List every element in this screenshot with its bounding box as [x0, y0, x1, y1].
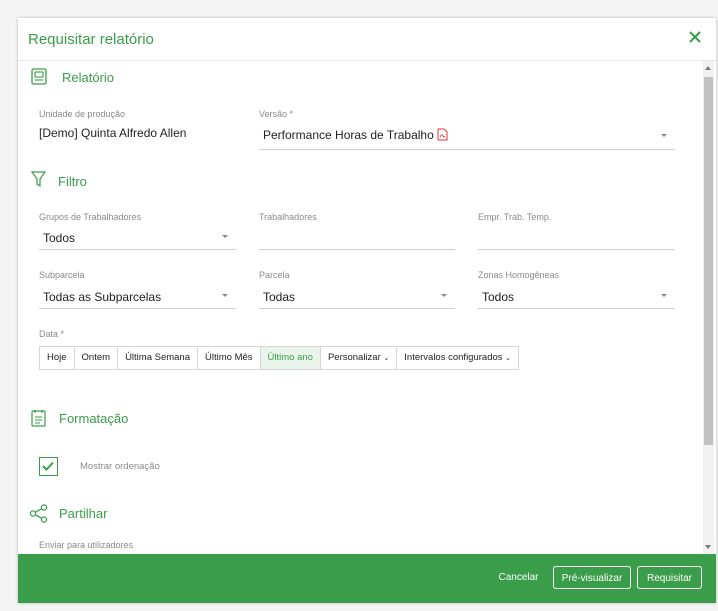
pdf-icon — [437, 128, 448, 141]
chevron-down-icon: ⌄ — [383, 355, 390, 362]
dialog-footer: Cancelar Pré-visualizar Requisitar — [18, 554, 716, 603]
date-option-last-year[interactable]: Último ano — [260, 347, 321, 369]
document-lines-icon — [31, 410, 46, 427]
date-label: Data * — [39, 329, 65, 339]
chevron-down-icon — [661, 134, 667, 137]
cancel-button[interactable]: Cancelar — [496, 566, 541, 589]
report-icon — [31, 68, 47, 85]
section-title-share: Partilhar — [59, 506, 108, 521]
zones-label: Zonas Homogêneas — [478, 270, 560, 280]
share-icon — [29, 504, 48, 523]
check-icon — [42, 461, 54, 471]
worker-groups-label: Grupos de Trabalhadores — [39, 212, 142, 222]
worker-groups-value: Todos — [43, 231, 76, 245]
content-scrollbar[interactable] — [703, 61, 714, 554]
date-option-today[interactable]: Hoje — [40, 347, 75, 369]
workers-input[interactable] — [259, 227, 455, 250]
date-range-selector: Hoje Ontem Última Semana Último Mês Últi… — [39, 346, 520, 370]
chevron-down-icon: ⌄ — [505, 355, 512, 362]
chevron-down-icon — [661, 294, 667, 297]
dialog-content: Relatório Unidade de produção [Demo] Qui… — [18, 61, 716, 554]
temp-employer-input[interactable] — [478, 227, 675, 250]
section-title-format: Formatação — [59, 411, 129, 426]
date-option-last-week[interactable]: Última Semana — [118, 347, 199, 369]
date-option-intervals-label: Intervalos configurados — [404, 352, 503, 363]
workers-label: Trabalhadores — [259, 212, 317, 222]
dialog-title: Requisitar relatório — [28, 31, 154, 48]
dialog-header: Requisitar relatório — [18, 18, 716, 61]
subparcel-select[interactable]: Todas as Subparcelas — [39, 286, 236, 309]
subparcel-label: Subparcela — [39, 270, 85, 280]
funnel-icon — [31, 171, 46, 188]
scroll-down-arrow-icon[interactable] — [705, 545, 711, 549]
version-value: Performance Horas de Trabalho — [263, 128, 434, 142]
scroll-up-arrow-icon[interactable] — [705, 66, 711, 70]
close-icon[interactable] — [686, 28, 704, 46]
send-to-users-label: Enviar para utilizadores — [39, 540, 134, 550]
date-option-last-month[interactable]: Último Mês — [198, 347, 261, 369]
request-button[interactable]: Requisitar — [637, 566, 702, 589]
show-ordering-checkbox[interactable] — [39, 457, 58, 476]
unit-value: [Demo] Quinta Alfredo Allen — [39, 126, 187, 140]
temp-employer-label: Empr. Trab. Temp. — [478, 212, 552, 222]
chevron-down-icon — [441, 294, 447, 297]
chevron-down-icon — [222, 294, 228, 297]
zones-value: Todos — [482, 290, 515, 304]
date-option-custom[interactable]: Personalizar ⌄ — [321, 347, 398, 369]
parcel-label: Parcela — [259, 270, 290, 280]
preview-button[interactable]: Pré-visualizar — [553, 566, 631, 589]
worker-groups-select[interactable]: Todos — [39, 227, 236, 250]
unit-label: Unidade de produção — [39, 109, 126, 119]
scrollbar-thumb[interactable] — [704, 77, 713, 445]
request-report-dialog: Requisitar relatório Relatório Unidade d… — [18, 18, 716, 603]
subparcel-value: Todas as Subparcelas — [43, 290, 162, 304]
section-title-report: Relatório — [62, 70, 115, 85]
zones-select[interactable]: Todos — [478, 286, 675, 309]
parcel-value: Todas — [263, 290, 296, 304]
date-option-custom-label: Personalizar — [327, 352, 381, 363]
version-select[interactable]: Performance Horas de Trabalho — [259, 123, 675, 150]
chevron-down-icon — [222, 235, 228, 238]
show-ordering-label: Mostrar ordenação — [80, 461, 160, 472]
parcel-select[interactable]: Todas — [259, 286, 455, 309]
version-label: Versão * — [259, 109, 294, 119]
date-option-configured-intervals[interactable]: Intervalos configurados ⌄ — [397, 347, 518, 369]
date-option-yesterday[interactable]: Ontem — [75, 347, 119, 369]
section-title-filter: Filtro — [58, 174, 87, 189]
